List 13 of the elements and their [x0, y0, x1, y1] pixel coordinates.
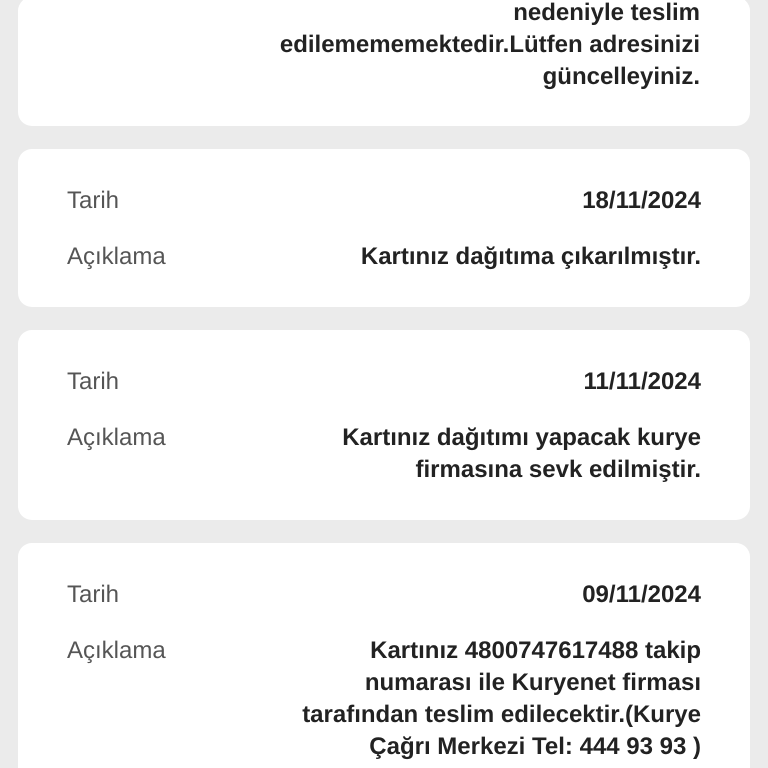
description-text: nedeniyle teslim edilemememektedir.Lütfen adresinizi güncelleyiniz.	[280, 0, 700, 92]
date-value: 11/11/2024	[584, 367, 701, 397]
description-text: Kartınız dağıtıma çıkarılmıştır.	[360, 242, 701, 272]
description-text: Kartınız 4800747617488 takip numarası ile Kuryenet firması tarafından teslim edilecektir.(Kurye Çağrı Merkezi Tel: 444 93 93 )	[302, 636, 701, 762]
date-value: 09/11/2024	[582, 580, 701, 610]
date-label: Tarih	[67, 186, 120, 216]
description-label: Açıklama	[67, 242, 166, 272]
description-label: Açıklama	[67, 423, 166, 453]
description-text: Kartınız dağıtımı yapacak kurye firmasına sevk edilmiştir.	[342, 423, 701, 485]
date-value: 18/11/2024	[582, 186, 701, 216]
description-label: Açıklama	[67, 636, 166, 666]
date-label: Tarih	[67, 367, 120, 397]
date-label: Tarih	[67, 580, 120, 610]
